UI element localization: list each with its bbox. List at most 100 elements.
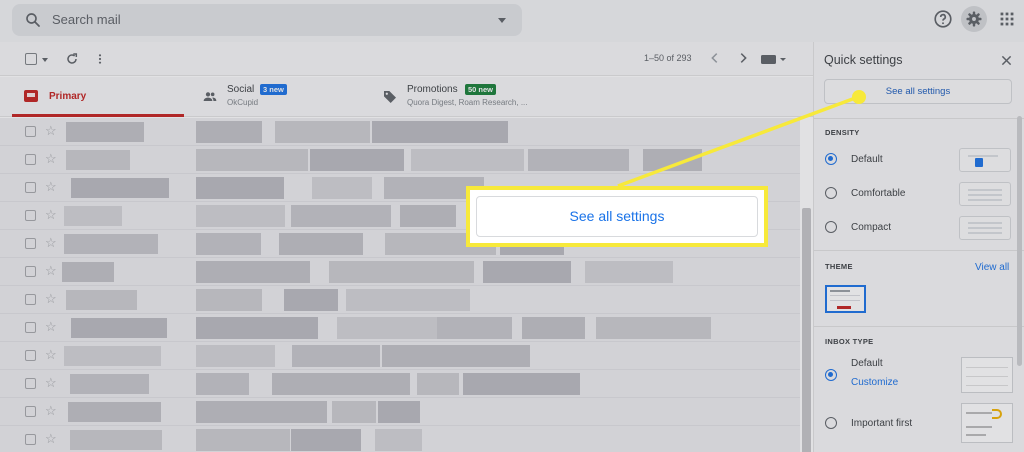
mail-row[interactable]: ☆ xyxy=(0,314,800,342)
obscured-subject xyxy=(483,261,571,283)
mail-row[interactable]: ☆ xyxy=(0,258,800,286)
obscured-subject xyxy=(332,401,376,423)
obscured-subject xyxy=(196,121,262,143)
density-compact-radio[interactable] xyxy=(825,221,837,233)
inbox-important-preview[interactable] xyxy=(961,403,1013,443)
density-default-preview[interactable] xyxy=(959,148,1011,172)
help-icon[interactable] xyxy=(932,8,954,30)
tab-social[interactable]: Social 3 new OkCupid xyxy=(196,77,366,117)
inbox-default-radio[interactable] xyxy=(825,369,837,381)
see-all-settings-button[interactable]: See all settings xyxy=(824,79,1012,104)
obscured-subject xyxy=(382,345,530,367)
mail-row[interactable]: ☆ xyxy=(0,426,800,452)
obscured-subject xyxy=(196,345,275,367)
density-compact-preview[interactable] xyxy=(959,216,1011,240)
divider xyxy=(814,326,1024,327)
obscured-sender xyxy=(70,374,149,394)
divider xyxy=(814,118,1024,119)
chevron-right-icon[interactable] xyxy=(736,51,750,65)
obscured-subject xyxy=(196,317,318,339)
star-icon[interactable]: ☆ xyxy=(45,235,57,251)
row-checkbox[interactable] xyxy=(25,238,36,249)
panel-scrollbar[interactable] xyxy=(1017,116,1022,366)
mail-row[interactable]: ☆ xyxy=(0,146,800,174)
inbox-type-heading: INBOX TYPE xyxy=(825,337,874,346)
star-icon[interactable]: ☆ xyxy=(45,347,57,363)
density-default-radio[interactable] xyxy=(825,153,837,165)
obscured-subject xyxy=(196,289,262,311)
density-compact-label: Compact xyxy=(851,222,892,233)
inbox-default-preview[interactable] xyxy=(961,357,1013,393)
row-checkbox[interactable] xyxy=(25,350,36,361)
search-icon[interactable] xyxy=(24,11,42,29)
mail-toolbar: 1–50 of 293 xyxy=(0,42,813,76)
row-checkbox[interactable] xyxy=(25,126,36,137)
row-checkbox[interactable] xyxy=(25,154,36,165)
settings-button[interactable] xyxy=(961,6,987,32)
obscured-subject xyxy=(196,261,310,283)
row-checkbox[interactable] xyxy=(25,322,36,333)
chevron-left-icon[interactable] xyxy=(708,51,722,65)
customize-link[interactable]: Customize xyxy=(851,377,898,388)
row-checkbox[interactable] xyxy=(25,406,36,417)
select-all-checkbox[interactable] xyxy=(25,53,37,65)
obscured-sender xyxy=(62,262,114,282)
search-input[interactable]: Search mail xyxy=(52,12,121,27)
density-comfortable-preview[interactable] xyxy=(959,182,1011,206)
star-icon[interactable]: ☆ xyxy=(45,123,57,139)
obscured-subject xyxy=(463,373,580,395)
star-icon[interactable]: ☆ xyxy=(45,375,57,391)
quick-settings-title: Quick settings xyxy=(824,53,903,67)
star-icon[interactable]: ☆ xyxy=(45,291,57,307)
close-icon[interactable] xyxy=(1001,55,1012,66)
inbox-important-label: Important first xyxy=(851,418,913,429)
more-vert-icon[interactable] xyxy=(98,52,102,66)
obscured-subject xyxy=(528,149,629,171)
list-scrollbar[interactable] xyxy=(802,208,811,452)
obscured-subject xyxy=(279,233,363,255)
new-count-badge: 3 new xyxy=(260,84,287,95)
select-dropdown-icon[interactable] xyxy=(42,58,48,62)
row-checkbox[interactable] xyxy=(25,210,36,221)
row-checkbox[interactable] xyxy=(25,434,36,445)
star-icon[interactable]: ☆ xyxy=(45,207,57,223)
refresh-icon[interactable] xyxy=(64,51,80,67)
settings-gear-icon xyxy=(966,11,982,27)
star-icon[interactable]: ☆ xyxy=(45,431,57,447)
search-options-icon[interactable] xyxy=(498,18,506,23)
people-icon xyxy=(203,92,217,101)
row-checkbox[interactable] xyxy=(25,182,36,193)
row-checkbox[interactable] xyxy=(25,294,36,305)
density-comfortable-radio[interactable] xyxy=(825,187,837,199)
see-all-settings-label: See all settings xyxy=(885,86,951,97)
star-icon[interactable]: ☆ xyxy=(45,403,57,419)
mail-row[interactable]: ☆ xyxy=(0,342,800,370)
callout-see-all-settings-button[interactable]: See all settings xyxy=(476,196,758,237)
keyboard-icon[interactable] xyxy=(761,54,787,66)
mail-row[interactable]: ☆ xyxy=(0,118,800,146)
mail-row[interactable]: ☆ xyxy=(0,398,800,426)
tab-primary-label: Primary xyxy=(49,91,87,102)
obscured-subject xyxy=(417,373,459,395)
tag-icon xyxy=(384,91,396,103)
tab-promotions[interactable]: Promotions 50 new Quora Digest, Roam Res… xyxy=(376,77,616,117)
obscured-subject xyxy=(291,205,391,227)
star-icon[interactable]: ☆ xyxy=(45,151,57,167)
star-icon[interactable]: ☆ xyxy=(45,263,57,279)
obscured-subject xyxy=(312,177,372,199)
row-checkbox[interactable] xyxy=(25,378,36,389)
apps-grid-icon[interactable] xyxy=(996,8,1018,30)
obscured-sender xyxy=(70,430,162,450)
star-icon[interactable]: ☆ xyxy=(45,179,57,195)
mail-row[interactable]: ☆ xyxy=(0,286,800,314)
search-bar[interactable]: Search mail xyxy=(12,4,522,36)
view-all-themes-link[interactable]: View all xyxy=(975,262,1009,273)
row-checkbox[interactable] xyxy=(25,266,36,277)
inbox-important-radio[interactable] xyxy=(825,417,837,429)
obscured-subject xyxy=(272,373,410,395)
theme-preview[interactable] xyxy=(825,285,866,313)
tab-primary[interactable]: Primary xyxy=(12,77,184,117)
star-icon[interactable]: ☆ xyxy=(45,319,57,335)
mail-row[interactable]: ☆ xyxy=(0,370,800,398)
callout-label: See all settings xyxy=(569,208,665,224)
